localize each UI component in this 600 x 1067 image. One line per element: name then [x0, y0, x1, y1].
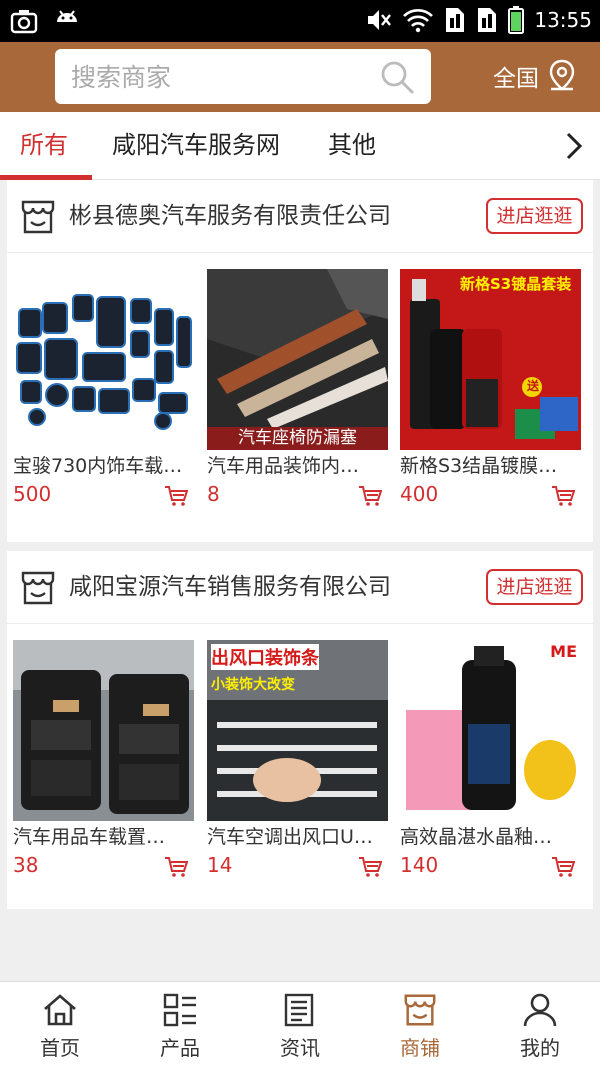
cart-icon[interactable] — [164, 856, 188, 878]
product-list: 汽车用品车载置… 38 出风口装饰条 小装饰大改变 汽车空调出风口U… 14 M… — [7, 624, 593, 877]
tab-all[interactable]: 所有 — [20, 112, 68, 180]
shop-name[interactable]: 彬县德奥汽车服务有限责任公司 — [69, 180, 391, 253]
nav-home[interactable]: 首页 — [0, 982, 120, 1067]
news-icon — [284, 993, 314, 1027]
product-image-badge: 送 — [526, 379, 539, 393]
cart-icon[interactable] — [358, 856, 382, 878]
product-item[interactable]: 出风口装饰条 小装饰大改变 汽车空调出风口U… 14 — [207, 624, 388, 877]
nav-news[interactable]: 资讯 — [240, 982, 360, 1067]
product-image[interactable]: 汽车座椅防漏塞 — [207, 269, 388, 450]
region-selector[interactable]: 全国 — [493, 52, 577, 100]
product-image-caption: ME — [550, 642, 577, 661]
bottom-navigation: 首页 产品 资讯 商铺 我的 — [0, 981, 600, 1067]
shop-card: 咸阳宝源汽车销售服务有限公司 进店逛逛 汽车用品车载置… 38 出风口装饰条 小… — [7, 551, 593, 909]
shop-name[interactable]: 咸阳宝源汽车销售服务有限公司 — [69, 551, 391, 624]
nav-shops-label: 商铺 — [400, 1036, 440, 1060]
header: 全国 — [0, 42, 600, 112]
visit-shop-button[interactable]: 进店逛逛 — [486, 569, 583, 605]
cart-icon[interactable] — [551, 856, 575, 878]
product-title: 汽车用品装饰内… — [207, 455, 360, 477]
product-image-subcaption: 小装饰大改变 — [211, 677, 295, 693]
product-price: 8 — [207, 482, 220, 506]
nav-products[interactable]: 产品 — [120, 982, 240, 1067]
search-box[interactable] — [55, 49, 431, 104]
product-title: 汽车空调出风口U… — [207, 826, 373, 848]
visit-shop-button[interactable]: 进店逛逛 — [486, 198, 583, 234]
product-item[interactable]: 新格S3镀晶套装 送 新格S3结晶镀膜… 400 — [400, 253, 581, 506]
product-image[interactable] — [13, 640, 194, 821]
cart-icon[interactable] — [164, 485, 188, 507]
shop-card: 彬县德奥汽车服务有限责任公司 进店逛逛 宝骏730内饰车载… 500 汽车座椅防… — [7, 180, 593, 542]
search-icon[interactable] — [379, 59, 415, 95]
product-image-caption: 汽车座椅防漏塞 — [207, 427, 388, 450]
camera-icon — [10, 10, 38, 34]
shop-header: 咸阳宝源汽车销售服务有限公司 进店逛逛 — [7, 551, 593, 624]
region-label: 全国 — [493, 66, 539, 92]
product-title: 新格S3结晶镀膜… — [400, 455, 558, 477]
android-icon — [57, 10, 77, 22]
nav-home-label: 首页 — [40, 1036, 80, 1060]
product-title: 宝骏730内饰车载… — [13, 455, 183, 477]
product-item[interactable]: 宝骏730内饰车载… 500 — [13, 253, 194, 506]
product-image-caption: 新格S3镀晶套装 — [460, 275, 572, 293]
nav-profile-label: 我的 — [520, 1036, 560, 1060]
tab-other[interactable]: 其他 — [328, 112, 376, 180]
mute-icon — [368, 10, 392, 30]
product-price: 38 — [13, 853, 39, 877]
store-icon — [21, 200, 55, 234]
product-item[interactable]: 汽车用品车载置… 38 — [13, 624, 194, 877]
nav-shops[interactable]: 商铺 — [360, 982, 480, 1067]
location-pin-icon — [549, 59, 575, 91]
wifi-icon — [403, 9, 434, 33]
product-price: 14 — [207, 853, 233, 877]
store-icon — [21, 571, 55, 605]
product-title: 汽车用品车载置… — [13, 826, 166, 848]
sim2-icon — [478, 8, 497, 32]
category-tabs: 所有 咸阳汽车服务网 其他 — [0, 112, 600, 180]
product-image[interactable]: 出风口装饰条 小装饰大改变 — [207, 640, 388, 821]
search-input[interactable] — [71, 57, 361, 97]
product-image[interactable] — [13, 269, 194, 450]
cart-icon[interactable] — [358, 485, 382, 507]
product-item[interactable]: ME 高效晶湛水晶釉… 140 — [400, 624, 581, 877]
home-icon — [44, 994, 76, 1026]
product-image[interactable]: 新格S3镀晶套装 送 — [400, 269, 581, 450]
sim1-icon — [446, 8, 465, 32]
nav-products-label: 产品 — [160, 1036, 200, 1060]
product-price: 400 — [400, 482, 439, 506]
user-icon — [523, 993, 557, 1027]
status-time: 13:55 — [534, 8, 592, 32]
product-image[interactable]: ME — [400, 640, 581, 821]
shop-icon — [404, 994, 436, 1026]
status-bar: 13:55 — [0, 0, 600, 42]
product-item[interactable]: 汽车座椅防漏塞 汽车用品装饰内… 8 — [207, 253, 388, 506]
cart-icon[interactable] — [551, 485, 575, 507]
battery-icon — [508, 6, 525, 34]
product-price: 500 — [13, 482, 52, 506]
shop-header: 彬县德奥汽车服务有限责任公司 进店逛逛 — [7, 180, 593, 253]
chevron-right-icon[interactable] — [562, 130, 586, 162]
tab-xianyang-auto-service[interactable]: 咸阳汽车服务网 — [112, 112, 280, 180]
product-title: 高效晶湛水晶釉… — [400, 826, 553, 848]
product-list: 宝骏730内饰车载… 500 汽车座椅防漏塞 汽车用品装饰内… 8 新格S3镀晶… — [7, 253, 593, 506]
product-image-caption: 出风口装饰条 — [211, 644, 319, 670]
product-price: 140 — [400, 853, 439, 877]
nav-news-label: 资讯 — [280, 1036, 320, 1060]
grid-list-icon — [163, 993, 196, 1027]
nav-profile[interactable]: 我的 — [480, 982, 600, 1067]
